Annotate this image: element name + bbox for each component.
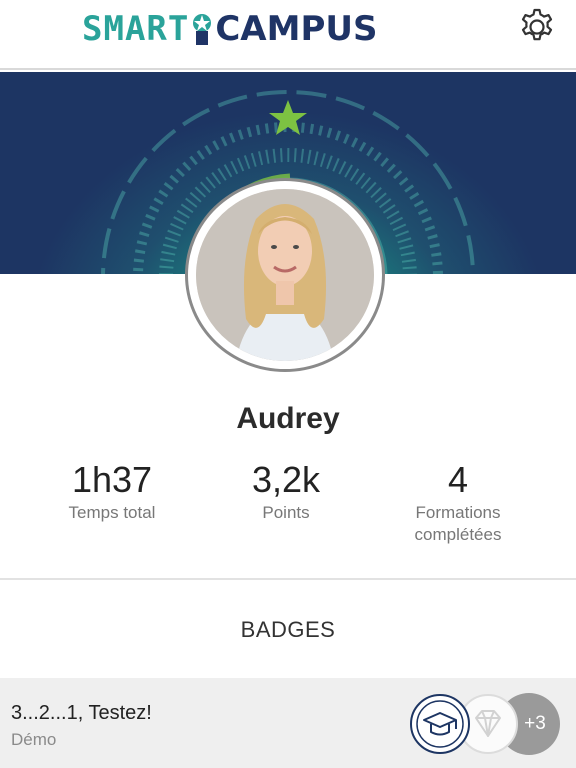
app-header: SMART CAMPUS [0,0,576,70]
profile-name: Audrey [236,402,340,435]
stat-label: Temps total [68,503,156,522]
graduation-cap-icon [416,700,464,748]
stat-value: 3,2k [251,459,321,500]
smart-campus-logo: SMART CAMPUS [82,8,377,50]
gear-icon[interactable] [516,6,558,48]
avatar[interactable] [196,189,374,361]
badge-subtitle: Démo [11,730,57,749]
logo-text-campus: CAMPUS [215,9,378,49]
stat-label: Formations complétées [414,503,502,544]
graduation-badge[interactable] [410,694,470,754]
stat-points: 3,2k Points [196,460,376,524]
section-divider [0,578,576,580]
badge-list-item[interactable]: 3...2...1, Testez! Démo +3 [0,678,576,768]
stat-value: 1h37 [71,459,153,500]
stat-label: Points [262,503,310,522]
stat-total-time: 1h37 Temps total [22,460,202,524]
logo-text-smart: SMART [82,9,190,49]
avatar-ring [185,178,385,372]
logo-mark-icon [193,14,212,45]
badge-title: 3...2...1, Testez! [11,702,152,724]
stat-completed-courses: 4 Formations complétées [368,460,548,546]
more-badges-label: +3 [524,713,546,734]
stat-value: 4 [447,459,469,500]
badges-section-title: BADGES [240,617,336,642]
